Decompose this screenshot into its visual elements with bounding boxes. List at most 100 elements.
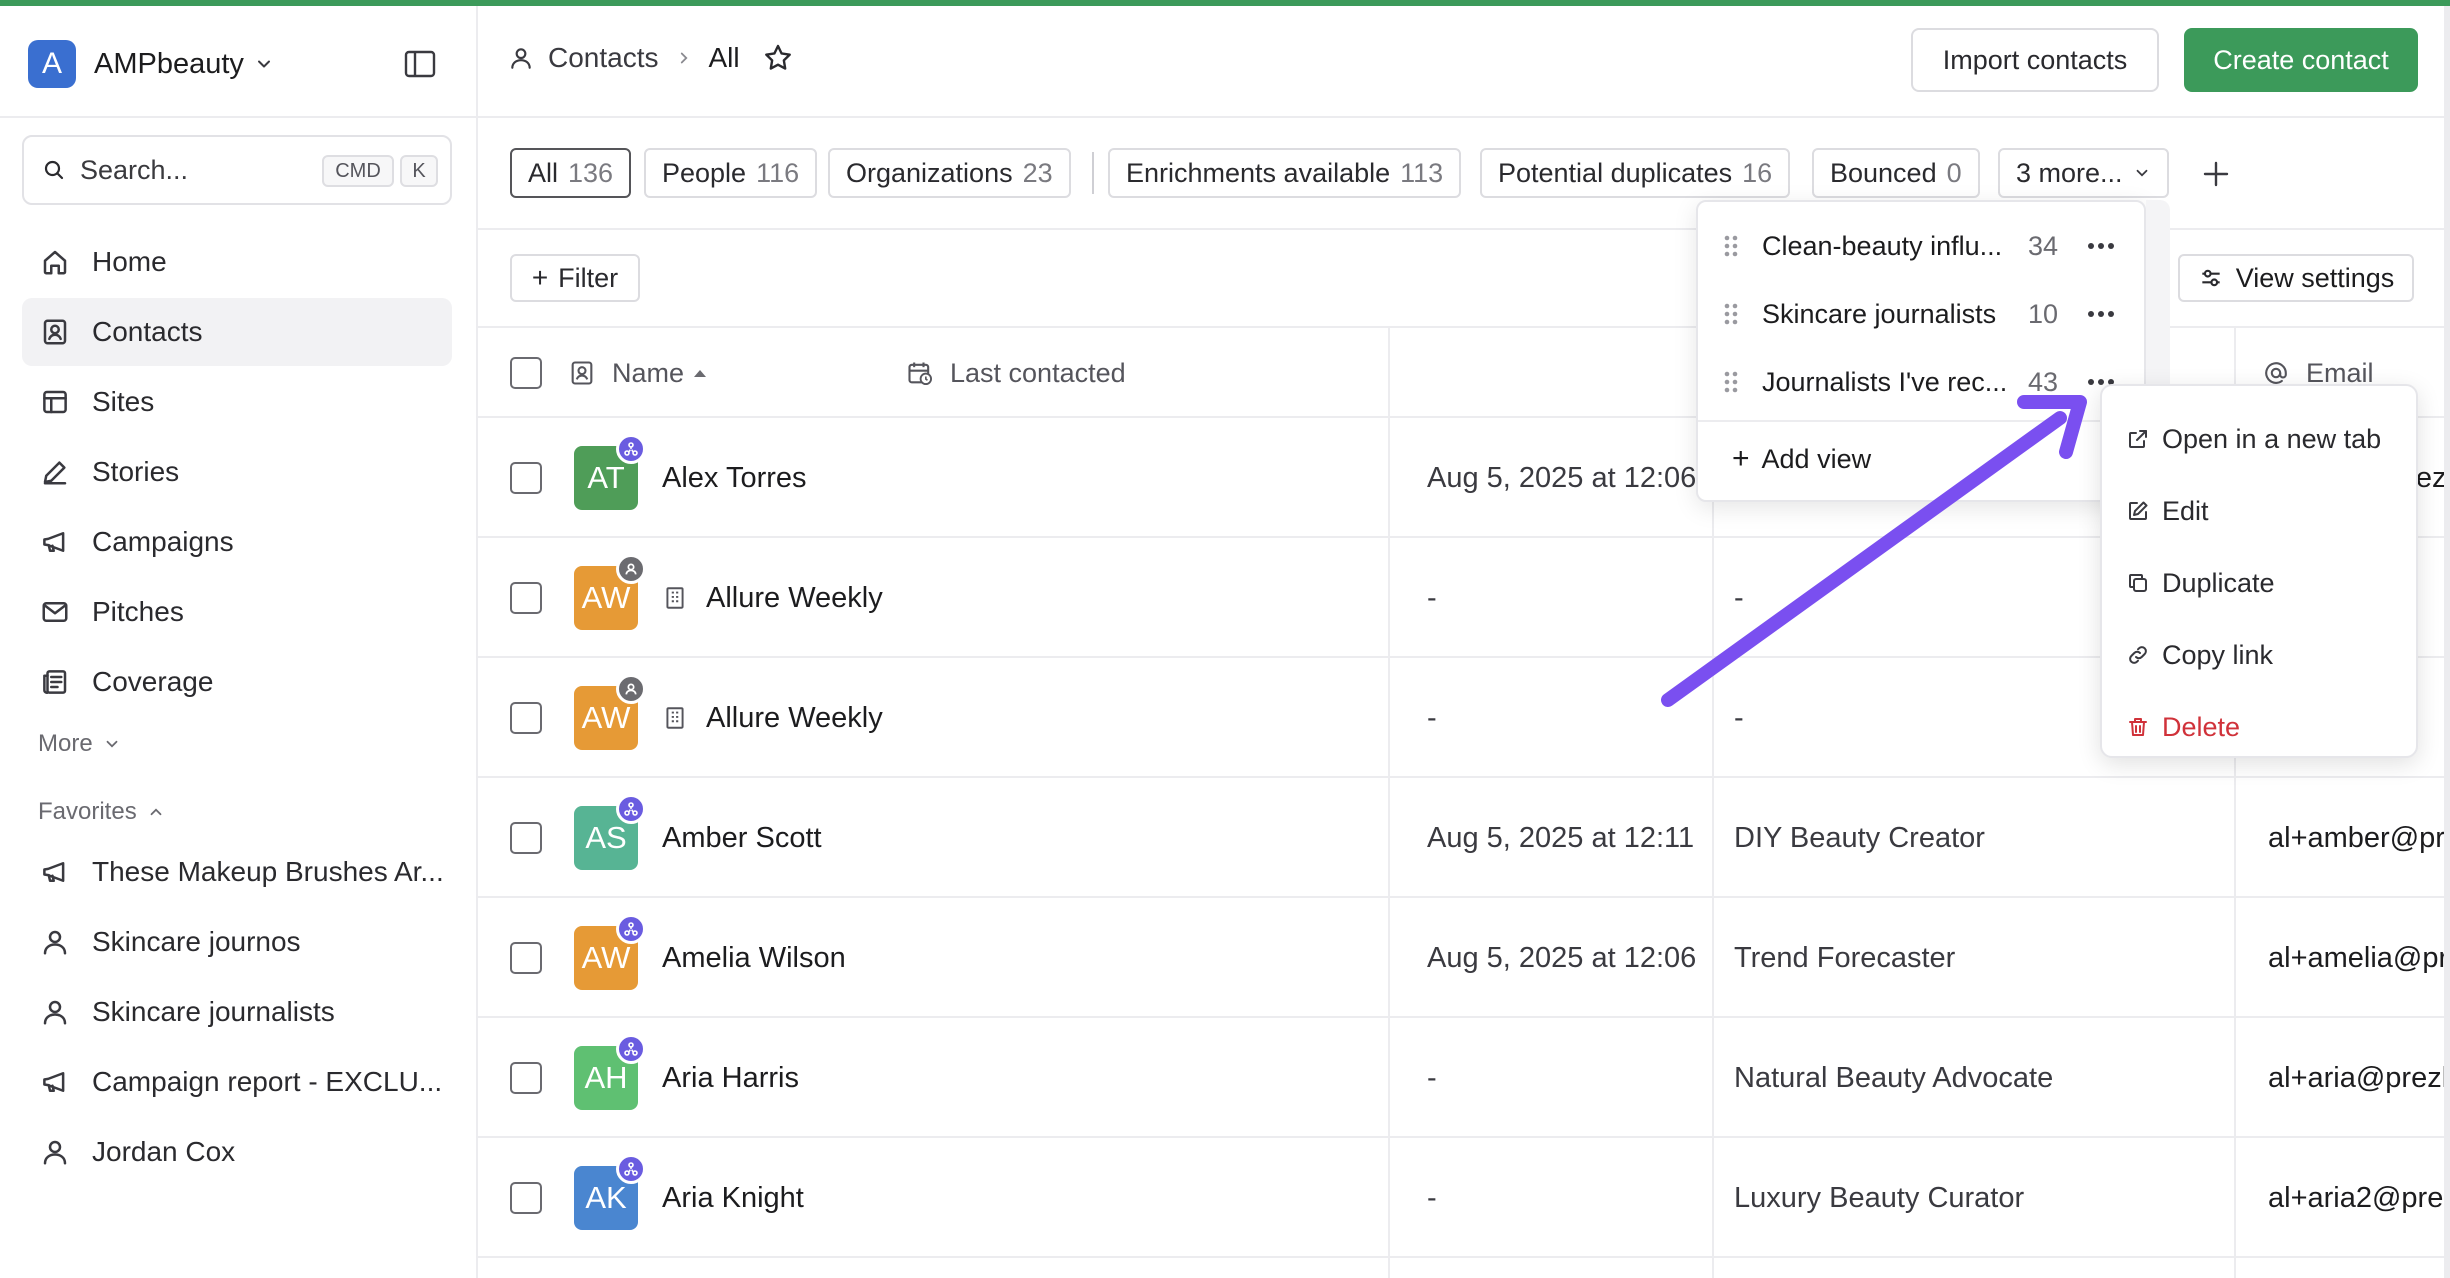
email-cell[interactable]: al+aria@prezl [2268, 1018, 2444, 1138]
favorite-item[interactable]: Skincare journalists [22, 978, 452, 1046]
sidebar-item-label: Campaigns [92, 526, 234, 557]
contact-name-text: Alex Torres [662, 461, 807, 494]
create-contact-button[interactable]: Create contact [2184, 28, 2418, 92]
nav-icon-wrap [38, 385, 72, 419]
contact-name[interactable]: Allure Weekly [662, 658, 883, 778]
sidebar-item-campaigns[interactable]: Campaigns [22, 508, 452, 576]
nav-icon-wrap [38, 525, 72, 559]
column-header-last-contacted[interactable]: Last contacted [906, 328, 1126, 418]
row-checkbox[interactable] [510, 822, 542, 854]
import-contacts-button[interactable]: Import contacts [1911, 28, 2159, 92]
nav-icon-wrap [38, 995, 72, 1029]
view-settings-label: View settings [2235, 262, 2395, 293]
last-contacted-cell: - [1427, 1181, 1437, 1214]
sidebar-item-home[interactable]: Home [22, 228, 452, 296]
network-badge-icon [624, 442, 638, 456]
tab-organizations[interactable]: Organizations 23 [828, 148, 1071, 198]
star-icon[interactable] [762, 42, 794, 74]
tab-enrichments-available[interactable]: Enrichments available 113 [1108, 148, 1462, 198]
person-badge-icon [625, 563, 637, 575]
tab-all[interactable]: All 136 [510, 148, 632, 198]
table-row[interactable]: AW Amelia Wilson Aug 5, 2025 at 12:06 Tr… [478, 898, 2444, 1018]
search-input[interactable]: Search... CMD K [22, 135, 452, 205]
favorite-item[interactable]: Skincare journos [22, 908, 452, 976]
tab-potential-duplicates[interactable]: Potential duplicates 16 [1480, 148, 1791, 198]
scrollbar-track[interactable] [2444, 6, 2450, 1278]
calendar-clock-icon [908, 362, 933, 386]
row-checkbox[interactable] [510, 942, 542, 974]
row-checkbox[interactable] [510, 702, 542, 734]
avatar-badge [616, 1034, 646, 1064]
sidebar-item-label: Contacts [92, 316, 203, 347]
favorite-item-label: These Makeup Brushes Ar... [92, 856, 444, 887]
row-checkbox[interactable] [510, 582, 542, 614]
row-checkbox[interactable] [510, 1182, 542, 1214]
favorite-item-label: Campaign report - EXCLU... [92, 1066, 443, 1097]
email-cell[interactable]: al+amelia@pre [2268, 898, 2444, 1018]
tab-3-more[interactable]: 3 more... [1998, 148, 2169, 198]
favorite-item[interactable]: Campaign report - EXCLU... [22, 1048, 452, 1116]
row-checkbox[interactable] [510, 462, 542, 494]
favorite-item[interactable]: Jordan Cox [22, 1118, 452, 1186]
menu-item-edit[interactable]: Edit [2126, 486, 2209, 536]
table-row[interactable]: AK Aria Knight - Luxury Beauty Curator a… [478, 1138, 2444, 1258]
view-settings-button[interactable]: View settings [2178, 254, 2414, 302]
column-header-name[interactable]: Name [568, 328, 726, 418]
sidebar-item-pitches[interactable]: Pitches [22, 578, 452, 646]
add-tab-icon[interactable] [2196, 154, 2236, 194]
contact-name[interactable]: Amelia Wilson [662, 898, 846, 1018]
sidebar-more-toggle[interactable]: More [38, 730, 121, 758]
favorites-toggle[interactable]: Favorites [38, 798, 165, 826]
email-cell[interactable]: al+amber@pre [2268, 778, 2444, 898]
column-name-label: Name [612, 357, 685, 388]
contact-name-text: Amber Scott [662, 821, 822, 854]
nav-icon-wrap [38, 595, 72, 629]
tab-people[interactable]: People 116 [644, 148, 818, 198]
menu-item-label: Duplicate [2162, 567, 2275, 598]
menu-item-open-in-a-new-tab[interactable]: Open in a new tab [2126, 414, 2381, 464]
table-row[interactable]: AH Aria Harris - Natural Beauty Advocate… [478, 1018, 2444, 1138]
saved-view-item[interactable]: Clean-beauty influ... 34 [1698, 212, 2144, 280]
sidebar-toggle-icon[interactable] [402, 46, 438, 82]
sidebar-item-coverage[interactable]: Coverage [22, 648, 452, 716]
tab-label: Bounced [1830, 157, 1937, 188]
email-cell[interactable]: al+aria2@prez [2268, 1138, 2444, 1258]
contact-name[interactable]: Allure Weekly [662, 538, 883, 658]
chevron-right-icon [680, 52, 688, 64]
breadcrumb-current: All [708, 42, 740, 73]
drag-handle-icon[interactable] [1722, 300, 1740, 328]
menu-item-duplicate[interactable]: Duplicate [2126, 558, 2275, 608]
contact-name[interactable]: Alex Torres [662, 418, 807, 538]
saved-view-name: Clean-beauty influ... [1762, 230, 2003, 261]
sidebar-item-contacts[interactable]: Contacts [22, 298, 452, 366]
drag-handle-icon[interactable] [1722, 368, 1740, 396]
filter-button[interactable]: + Filter [510, 254, 640, 302]
edit-icon [2129, 501, 2148, 520]
table-row[interactable]: AS Amber Scott Aug 5, 2025 at 12:11 DIY … [478, 778, 2444, 898]
workspace-switcher[interactable]: A AMPbeauty [28, 40, 274, 88]
menu-item-copy-link[interactable]: Copy link [2126, 630, 2273, 680]
avatar-badge [616, 674, 646, 704]
drag-handle-icon[interactable] [1722, 232, 1740, 260]
favorite-item[interactable]: These Makeup Brushes Ar... [22, 838, 452, 906]
breadcrumb-contacts[interactable]: Contacts [548, 42, 659, 74]
sidebar-item-sites[interactable]: Sites [22, 368, 452, 436]
contact-name[interactable]: Aria Harris [662, 1018, 799, 1138]
more-horizontal-icon[interactable] [2086, 309, 2116, 319]
saved-view-item[interactable]: Skincare journalists 10 [1698, 280, 2144, 348]
contact-name[interactable]: Amber Scott [662, 778, 822, 898]
saved-view-item[interactable]: Journalists I've rec... 43 [1698, 348, 2144, 416]
nav-icon-wrap [38, 455, 72, 489]
more-horizontal-icon[interactable] [2086, 241, 2116, 251]
tab-label: Enrichments available [1126, 157, 1391, 188]
tab-label: All [528, 157, 559, 188]
sidebar-item-label: Stories [92, 456, 180, 487]
tab-bounced[interactable]: Bounced 0 [1812, 148, 1980, 198]
tab-count: 23 [1022, 157, 1053, 188]
row-checkbox[interactable] [510, 1062, 542, 1094]
add-view-button[interactable]: + Add view [1732, 442, 1871, 476]
select-all-checkbox[interactable] [510, 357, 542, 389]
menu-item-delete[interactable]: Delete [2126, 702, 2240, 752]
sidebar-item-stories[interactable]: Stories [22, 438, 452, 506]
contact-name[interactable]: Aria Knight [662, 1138, 804, 1258]
